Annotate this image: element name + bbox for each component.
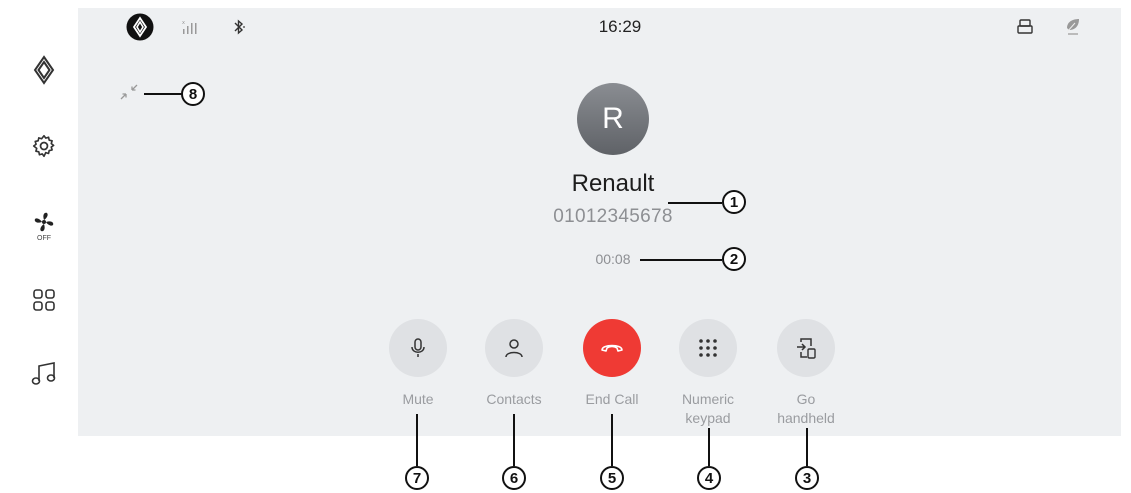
mute-button[interactable] bbox=[389, 319, 447, 377]
climate-button[interactable]: OFF bbox=[24, 206, 64, 246]
contacts-button[interactable] bbox=[485, 319, 543, 377]
callout-2: 2 bbox=[722, 247, 746, 271]
fan-icon bbox=[34, 212, 54, 232]
sidebar: OFF bbox=[10, 8, 78, 436]
clock: 16:29 bbox=[598, 17, 642, 36]
mute-label: Mute bbox=[402, 391, 434, 407]
minimize-call-button[interactable] bbox=[116, 80, 142, 104]
callout-6: 6 bbox=[502, 466, 526, 490]
microphone-icon bbox=[411, 338, 425, 357]
settings-button[interactable] bbox=[24, 126, 64, 166]
signal-icon: x bbox=[180, 16, 202, 38]
grid-icon bbox=[33, 289, 55, 311]
go-handheld-action: Go handheld bbox=[756, 319, 856, 428]
collapse-arrows-icon bbox=[120, 84, 138, 100]
infotainment-screen: OFF x 16:29 R Renault 01012345678 00:08 … bbox=[10, 8, 1121, 436]
mute-action: Mute bbox=[368, 319, 468, 409]
person-icon bbox=[505, 339, 523, 358]
renault-logo-icon bbox=[33, 55, 55, 85]
keypad-action: Numeric keypad bbox=[658, 319, 758, 428]
callout-3: 3 bbox=[795, 466, 819, 490]
renault-logo-icon bbox=[126, 13, 154, 41]
gear-icon bbox=[32, 134, 55, 158]
contact-avatar: R bbox=[577, 83, 649, 155]
svg-text:x: x bbox=[182, 20, 185, 26]
phone-number: 01012345678 bbox=[553, 206, 673, 227]
apps-button[interactable] bbox=[24, 280, 64, 320]
climate-off-label: OFF bbox=[37, 235, 51, 242]
contacts-action: Contacts bbox=[464, 319, 564, 409]
callout-line-7 bbox=[416, 414, 418, 466]
renault-home-button[interactable] bbox=[24, 50, 64, 90]
hang-up-icon bbox=[601, 344, 623, 352]
callout-line-8 bbox=[144, 93, 182, 95]
phone-transfer-icon bbox=[797, 338, 816, 359]
status-bar: x 16:29 bbox=[78, 8, 1121, 46]
callout-line-5 bbox=[611, 414, 613, 466]
end-call-label: End Call bbox=[585, 391, 639, 407]
usb-icon bbox=[1014, 16, 1036, 38]
eco-icon bbox=[1062, 16, 1084, 38]
go-handheld-button[interactable] bbox=[777, 319, 835, 377]
callout-7: 7 bbox=[405, 466, 429, 490]
callout-1: 1 bbox=[722, 190, 746, 214]
bluetooth-icon bbox=[228, 16, 250, 38]
media-button[interactable] bbox=[24, 354, 64, 394]
keypad-label: Numeric keypad bbox=[681, 391, 735, 426]
callout-5: 5 bbox=[600, 466, 624, 490]
callout-line-1 bbox=[668, 202, 722, 204]
callout-line-3 bbox=[806, 428, 808, 466]
callout-line-6 bbox=[513, 414, 515, 466]
call-screen: x 16:29 R Renault 01012345678 00:08 Mute… bbox=[78, 8, 1121, 436]
callout-line-4 bbox=[708, 428, 710, 466]
callout-line-2 bbox=[640, 259, 722, 261]
keypad-icon bbox=[699, 339, 717, 357]
music-note-icon bbox=[31, 362, 56, 385]
keypad-button[interactable] bbox=[679, 319, 737, 377]
go-handheld-label: Go handheld bbox=[777, 391, 835, 426]
callout-4: 4 bbox=[697, 466, 721, 490]
end-call-button[interactable] bbox=[583, 319, 641, 377]
end-call-action: End Call bbox=[562, 319, 662, 409]
callout-8: 8 bbox=[181, 82, 205, 106]
contact-name: Renault bbox=[571, 170, 655, 197]
contacts-label: Contacts bbox=[486, 391, 542, 407]
